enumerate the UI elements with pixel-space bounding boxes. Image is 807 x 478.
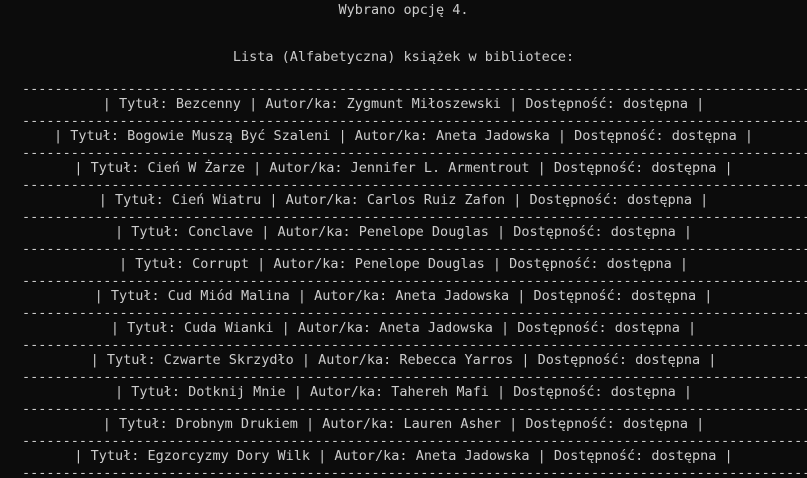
- book-row: | Tytuł: Drobnym Drukiem | Autor/ka: Lau…: [102, 416, 705, 432]
- row-separator: ----------------------------------------…: [22, 145, 807, 161]
- book-row: | Tytuł: Bogowie Muszą Być Szaleni | Aut…: [54, 128, 753, 144]
- row-separator: ----------------------------------------…: [22, 337, 807, 353]
- row-separator: ----------------------------------------…: [22, 305, 807, 321]
- book-row: | Tytuł: Cuda Wianki | Autor/ka: Aneta J…: [110, 320, 697, 336]
- row-separator: ----------------------------------------…: [22, 273, 807, 289]
- list-header: Lista (Alfabetyczna) książek w bibliotec…: [232, 49, 575, 65]
- row-separator: ----------------------------------------…: [22, 369, 807, 385]
- row-separator: ----------------------------------------…: [22, 401, 807, 417]
- row-separator: ----------------------------------------…: [22, 209, 807, 225]
- row-separator: ----------------------------------------…: [22, 241, 807, 257]
- book-row: | Tytuł: Dotknij Mnie | Autor/ka: Tahere…: [114, 384, 693, 400]
- book-row: | Tytuł: Cień Wiatru | Autor/ka: Carlos …: [98, 192, 709, 208]
- book-row: | Tytuł: Corrupt | Autor/ka: Penelope Do…: [119, 256, 688, 272]
- book-row: | Tytuł: Conclave | Autor/ka: Penelope D…: [114, 224, 693, 240]
- book-row: | Tytuł: Bezcenny | Autor/ka: Zygmunt Mi…: [102, 96, 705, 112]
- row-separator: ----------------------------------------…: [22, 81, 807, 97]
- row-separator: ----------------------------------------…: [22, 433, 807, 449]
- row-separator: ----------------------------------------…: [22, 177, 807, 193]
- console-window: Wybrano opcję 4. Lista (Alfabetyczna) ks…: [0, 0, 807, 478]
- book-row: | Tytuł: Czwarte Skrzydło | Autor/ka: Re…: [90, 352, 717, 368]
- book-row: | Tytuł: Egzorcyzmy Dory Wilk | Autor/ka…: [74, 448, 733, 464]
- row-separator: ----------------------------------------…: [22, 465, 807, 478]
- row-separator: ----------------------------------------…: [22, 113, 807, 129]
- book-row: | Tytuł: Cud Miód Malina | Autor/ka: Ane…: [94, 288, 713, 304]
- selected-option-message: Wybrano opcję 4.: [338, 2, 469, 18]
- book-row: | Tytuł: Cień W Żarze | Autor/ka: Jennif…: [74, 160, 733, 176]
